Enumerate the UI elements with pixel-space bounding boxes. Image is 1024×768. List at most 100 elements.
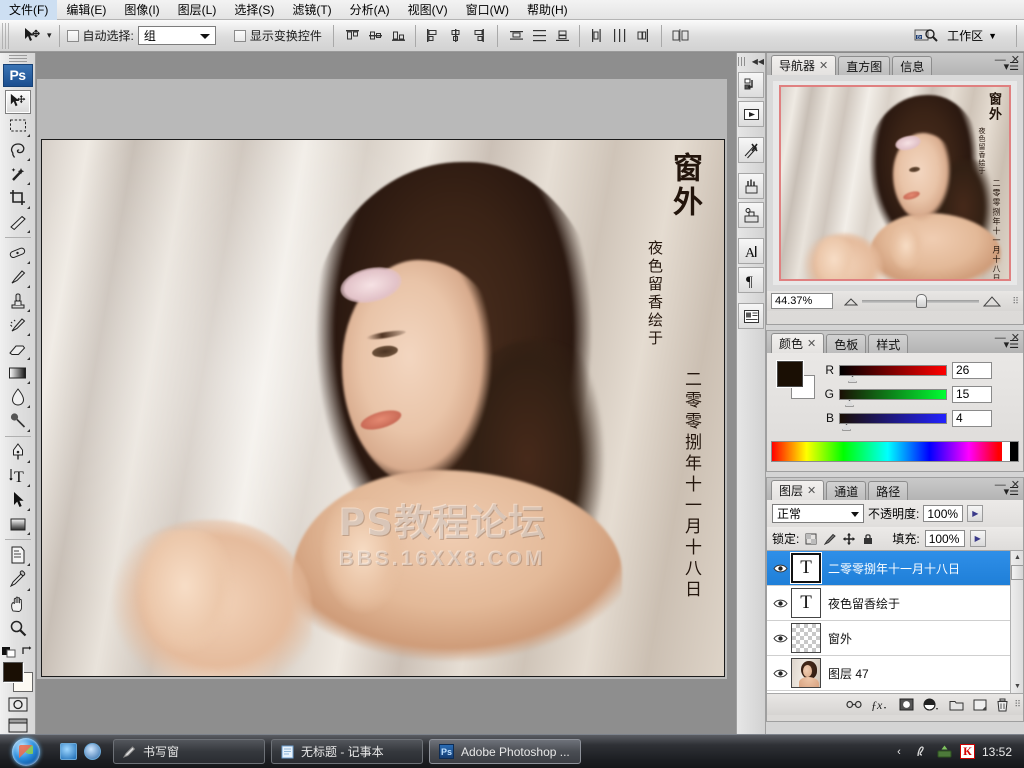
- r-slider-thumb[interactable]: [848, 375, 857, 383]
- slice-tool[interactable]: [5, 210, 31, 234]
- kaspersky-icon[interactable]: К: [959, 744, 975, 759]
- lock-transparency-icon[interactable]: [804, 532, 818, 546]
- zoom-level-input[interactable]: 44.37%: [771, 293, 833, 309]
- opacity-input[interactable]: 100%: [923, 505, 964, 522]
- zoom-tool[interactable]: [5, 616, 31, 640]
- fill-stepper[interactable]: ▶: [969, 530, 986, 547]
- r-slider-track[interactable]: [839, 364, 947, 383]
- lock-position-icon[interactable]: [842, 532, 856, 546]
- blend-mode-dropdown[interactable]: 正常: [772, 504, 864, 523]
- layer-row-2[interactable]: 窗外: [767, 621, 1023, 656]
- layer-thumbnail[interactable]: T: [791, 553, 821, 583]
- navigator-preview[interactable]: 窗外 夜色留香绘于 二零零捌年十一月十八日: [767, 75, 1023, 291]
- collapse-dock-icon[interactable]: ◀◀: [752, 57, 764, 66]
- tab-color[interactable]: 颜色 ✕: [771, 333, 825, 353]
- menu-item-edit[interactable]: 编辑(E): [57, 0, 115, 21]
- layer-thumbnail[interactable]: [791, 658, 821, 688]
- distribute-right-edges-button[interactable]: [632, 26, 653, 46]
- gradient-tool[interactable]: [5, 361, 31, 385]
- color-panel-menu[interactable]: ▾☰: [1004, 338, 1019, 351]
- channel-value-g[interactable]: 15: [952, 385, 992, 403]
- quick-mask-button[interactable]: [7, 695, 29, 712]
- screen-mode-button[interactable]: [7, 718, 29, 735]
- quicklaunch-show-desktop-icon[interactable]: [84, 743, 101, 760]
- resize-grip[interactable]: ⠿: [1012, 296, 1019, 307]
- show-hidden-icons-icon[interactable]: ‹: [891, 744, 907, 760]
- opacity-stepper[interactable]: ▶: [967, 505, 984, 522]
- image-canvas[interactable]: 窗外 夜色留香绘于 二零零捌年十一月十八日 PS教程论坛 BBS.16XX8.C…: [41, 139, 725, 677]
- auto-select-checkbox[interactable]: [66, 29, 79, 42]
- scrollbar-thumb[interactable]: [1011, 565, 1023, 580]
- new-group-button[interactable]: [949, 699, 964, 711]
- crop-tool[interactable]: [5, 186, 31, 210]
- fill-input[interactable]: 100%: [924, 530, 965, 547]
- zoom-in-icon[interactable]: [983, 295, 1002, 307]
- dock-grip[interactable]: [738, 56, 746, 66]
- rectangle-shape-tool[interactable]: [5, 512, 31, 536]
- lock-image-icon[interactable]: [823, 532, 837, 546]
- close-icon[interactable]: ✕: [807, 484, 816, 497]
- channel-value-b[interactable]: 4: [952, 409, 992, 427]
- scroll-down-icon[interactable]: ▼: [1011, 680, 1023, 693]
- taskbar-item-notepad[interactable]: 无标题 - 记事本: [271, 739, 423, 764]
- layer-row-1[interactable]: T 夜色留香绘于: [767, 586, 1023, 621]
- menu-item-help[interactable]: 帮助(H): [518, 0, 577, 21]
- brushes-panel-button[interactable]: [738, 173, 764, 199]
- spot-healing-brush-tool[interactable]: [5, 241, 31, 265]
- tab-layers[interactable]: 图层 ✕: [771, 480, 825, 500]
- navigator-zoom-slider[interactable]: [838, 293, 1007, 308]
- menu-item-filter[interactable]: 滤镜(T): [283, 0, 340, 21]
- layer-thumbnail[interactable]: T: [791, 588, 821, 618]
- align-left-edges-button[interactable]: [422, 26, 443, 46]
- distribute-top-edges-button[interactable]: [506, 26, 527, 46]
- layer-name[interactable]: 二零零捌年十一月十八日: [828, 560, 960, 577]
- taskbar-item-writer[interactable]: 书写窗: [113, 739, 265, 764]
- layer-row-3[interactable]: 图层 47: [767, 656, 1023, 691]
- color-swatches[interactable]: [2, 661, 33, 692]
- bridge-button[interactable]: Br: [911, 24, 941, 48]
- layers-panel-menu[interactable]: ▾☰: [1004, 485, 1019, 498]
- layer-name[interactable]: 图层 47: [828, 665, 869, 682]
- active-tool-preview[interactable]: [15, 24, 49, 48]
- lock-all-icon[interactable]: [861, 532, 875, 546]
- foreground-color-swatch[interactable]: [2, 661, 23, 682]
- workspace-button[interactable]: 工作区 ▼: [941, 24, 1003, 47]
- distribute-left-edges-button[interactable]: [586, 26, 607, 46]
- scroll-up-icon[interactable]: ▲: [1011, 551, 1023, 564]
- zoom-out-icon[interactable]: [844, 297, 858, 306]
- channel-value-r[interactable]: 26: [952, 361, 992, 379]
- layer-visibility-toggle[interactable]: [769, 586, 791, 621]
- align-right-edges-button[interactable]: [468, 26, 489, 46]
- brush-tool[interactable]: [5, 265, 31, 289]
- layers-scrollbar[interactable]: ▲ ▼: [1010, 551, 1023, 693]
- rectangular-marquee-tool[interactable]: [5, 114, 31, 138]
- dodge-tool[interactable]: [5, 409, 31, 433]
- delete-layer-button[interactable]: [996, 698, 1009, 712]
- close-icon[interactable]: ✕: [819, 59, 828, 72]
- resize-grip[interactable]: ⠿: [1014, 699, 1021, 710]
- tab-info[interactable]: 信息: [892, 56, 933, 75]
- tab-swatches[interactable]: 色板: [826, 334, 867, 353]
- menu-item-layer[interactable]: 图层(L): [169, 0, 226, 21]
- menu-item-window[interactable]: 窗口(W): [457, 0, 518, 21]
- color-foreground-swatch[interactable]: [777, 361, 803, 387]
- tab-navigator[interactable]: 导航器 ✕: [771, 55, 837, 75]
- clone-source-panel-button[interactable]: [738, 202, 764, 228]
- b-slider-thumb[interactable]: [842, 423, 851, 431]
- swap-colors-icon[interactable]: [21, 645, 33, 657]
- layer-row-0[interactable]: T 二零零捌年十一月十八日: [767, 551, 1023, 586]
- auto-align-layers-button[interactable]: [670, 26, 691, 46]
- g-slider-track[interactable]: [839, 388, 947, 407]
- menu-item-view[interactable]: 视图(V): [399, 0, 457, 21]
- history-brush-tool[interactable]: [5, 313, 31, 337]
- adjustment-layer-button[interactable]: [923, 698, 940, 711]
- tab-styles[interactable]: 样式: [868, 334, 909, 353]
- eraser-tool[interactable]: [5, 337, 31, 361]
- new-layer-button[interactable]: [973, 699, 987, 711]
- distribute-bottom-edges-button[interactable]: [552, 26, 573, 46]
- actions-panel-button[interactable]: [738, 101, 764, 127]
- link-layers-button[interactable]: [846, 699, 862, 710]
- character-panel-button[interactable]: A: [738, 238, 764, 264]
- add-layer-mask-button[interactable]: [899, 698, 914, 711]
- close-icon[interactable]: ✕: [807, 337, 816, 350]
